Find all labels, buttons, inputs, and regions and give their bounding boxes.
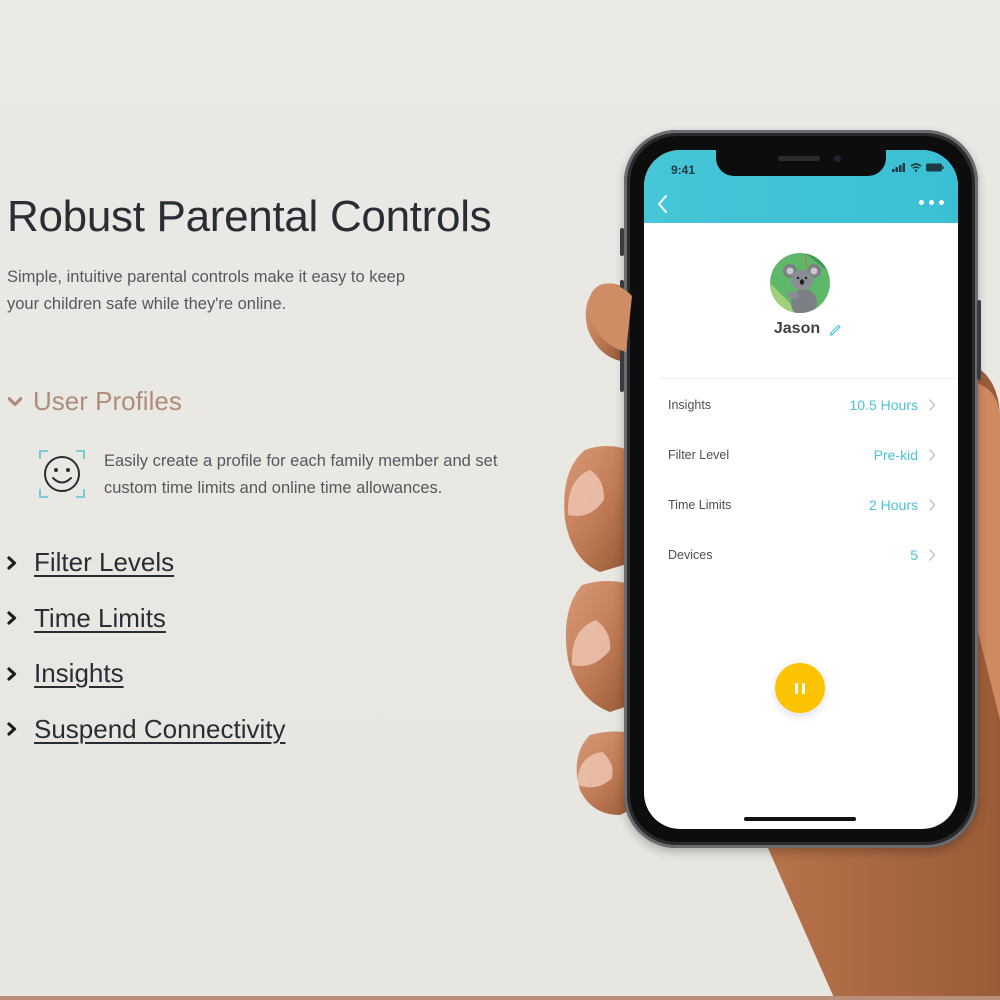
row-value: 10.5 Hours [849, 397, 918, 413]
settings-row-filter-level[interactable]: Filter Level Pre-kid [644, 430, 958, 480]
bottom-border [0, 996, 1000, 1000]
feature-filter-levels-label: Filter Levels [34, 547, 175, 578]
row-label: Time Limits [668, 498, 732, 512]
feature-user-profiles-label: User Profiles [33, 386, 182, 416]
settings-row-devices[interactable]: Devices 5 [644, 530, 958, 580]
settings-row-insights[interactable]: Insights 10.5 Hours [644, 380, 958, 430]
status-icons [892, 163, 944, 172]
feature-insights-link[interactable]: Insights [7, 646, 285, 702]
feature-time-limits-label: Time Limits [34, 602, 166, 633]
smiley-face-icon [38, 449, 86, 504]
more-options-icon[interactable] [919, 200, 944, 205]
feature-insights-label: Insights [34, 658, 124, 689]
feature-suspend-connectivity-link[interactable]: Suspend Connectivity [7, 702, 285, 758]
signal-icon [892, 163, 905, 172]
feature-list: Filter Levels Time Limits Insights Suspe… [7, 535, 285, 757]
row-value: 2 Hours [868, 497, 918, 513]
status-time: 9:41 [671, 163, 696, 177]
feature-user-profiles-description: Easily create a profile for each family … [104, 452, 498, 497]
app-screen: 9:41 Jason Insights 10.5 Hours Filter Le… [644, 150, 958, 829]
chevron-right-icon [929, 549, 936, 561]
page-title: Robust Parental Controls [7, 192, 492, 241]
phone-volume-down [620, 342, 624, 392]
pencil-edit-icon[interactable] [828, 322, 842, 336]
phone-power-button [977, 300, 981, 380]
chevron-right-icon [929, 449, 936, 461]
row-value: 5 [910, 547, 918, 563]
home-indicator[interactable] [744, 817, 856, 821]
profile-name: Jason [773, 320, 821, 337]
chevron-right-icon [7, 667, 21, 681]
feature-user-profiles-toggle[interactable]: User Profiles [7, 386, 182, 417]
chevron-right-icon [7, 722, 21, 736]
feature-filter-levels-link[interactable]: Filter Levels [7, 535, 285, 591]
profile-name-row: Jason [644, 320, 958, 338]
feature-suspend-connectivity-label: Suspend Connectivity [34, 713, 286, 744]
profile-settings-list: Insights 10.5 Hours Filter Level Pre-kid… [644, 380, 958, 580]
back-arrow-icon[interactable] [656, 194, 670, 214]
chevron-right-icon [929, 399, 936, 411]
page-subtitle: Simple, intuitive parental controls make… [7, 268, 406, 313]
wifi-icon [910, 163, 922, 172]
profile-avatar[interactable] [770, 253, 830, 313]
divider [660, 378, 956, 379]
app-header: 9:41 [644, 150, 958, 223]
chevron-right-icon [7, 556, 21, 570]
pause-icon-bar [795, 682, 798, 694]
phone-volume-up [620, 280, 624, 330]
feature-user-profiles-panel: Easily create a profile for each family … [38, 449, 544, 504]
battery-icon [926, 163, 944, 172]
chevron-down-icon [7, 394, 23, 410]
row-label: Insights [668, 398, 712, 412]
pause-icon-bar [802, 682, 805, 694]
chevron-right-icon [7, 611, 21, 625]
row-label: Filter Level [668, 448, 730, 462]
row-value: Pre-kid [873, 447, 918, 463]
phone-notch [716, 150, 886, 176]
koala-avatar-icon [770, 253, 830, 313]
feature-time-limits-link[interactable]: Time Limits [7, 591, 285, 647]
row-label: Devices [668, 548, 713, 562]
chevron-right-icon [929, 499, 936, 511]
phone-silent-switch [620, 228, 624, 256]
settings-row-time-limits[interactable]: Time Limits 2 Hours [644, 480, 958, 530]
pause-internet-button[interactable] [775, 663, 825, 713]
